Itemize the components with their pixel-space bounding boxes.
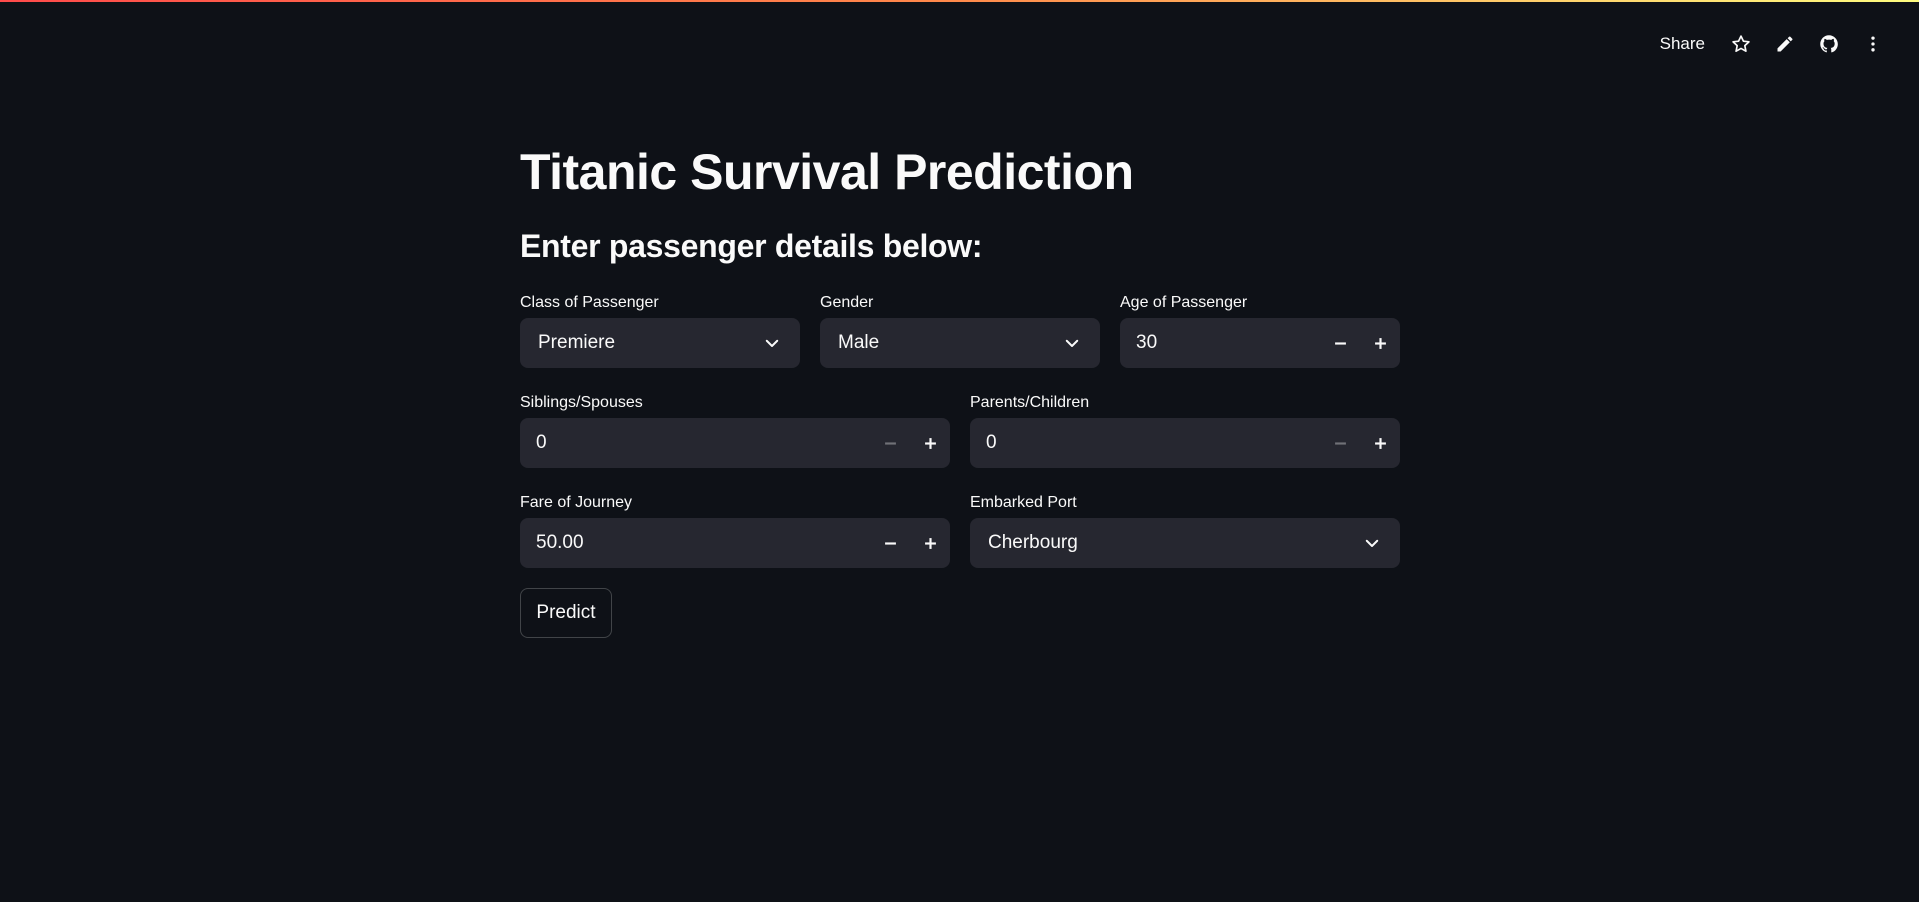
github-icon[interactable] (1809, 26, 1849, 62)
parch-increment-button[interactable] (1360, 418, 1400, 468)
form-row-3: Fare of Journey 50.00 Embarked Port Cher… (520, 492, 1400, 568)
pclass-label: Class of Passenger (520, 294, 659, 311)
sibsp-field: Siblings/Spouses 0 (520, 392, 950, 468)
sibsp-number-input[interactable]: 0 (520, 418, 950, 468)
sibsp-value[interactable]: 0 (520, 432, 870, 454)
parch-field: Parents/Children 0 (970, 392, 1400, 468)
more-vertical-icon[interactable] (1853, 26, 1893, 62)
chevron-down-icon (758, 329, 786, 357)
age-increment-button[interactable] (1360, 318, 1400, 368)
pclass-select[interactable]: Premiere (520, 318, 800, 368)
gender-select[interactable]: Male (820, 318, 1100, 368)
form-row-1: Class of Passenger Premiere Gender Male … (520, 292, 1400, 368)
fare-number-input[interactable]: 50.00 (520, 518, 950, 568)
age-number-input[interactable]: 30 (1120, 318, 1400, 368)
age-label: Age of Passenger (1120, 294, 1248, 311)
pclass-field: Class of Passenger Premiere (520, 292, 800, 368)
parch-value[interactable]: 0 (970, 432, 1320, 454)
fare-field: Fare of Journey 50.00 (520, 492, 950, 568)
embarked-label: Embarked Port (970, 494, 1077, 511)
embarked-value: Cherbourg (988, 532, 1078, 553)
age-field: Age of Passenger 30 (1120, 292, 1400, 368)
parch-number-input[interactable]: 0 (970, 418, 1400, 468)
embarked-field: Embarked Port Cherbourg (970, 492, 1400, 568)
chevron-down-icon (1358, 529, 1386, 557)
embarked-select[interactable]: Cherbourg (970, 518, 1400, 568)
parch-decrement-button[interactable] (1320, 418, 1360, 468)
predict-button[interactable]: Predict (520, 588, 612, 638)
chevron-down-icon (1058, 329, 1086, 357)
gender-value: Male (838, 332, 880, 353)
fare-decrement-button[interactable] (870, 518, 910, 568)
fare-value[interactable]: 50.00 (520, 532, 870, 554)
app-toolbar: Share (1650, 26, 1893, 62)
pencil-icon[interactable] (1765, 26, 1805, 62)
page-title: Titanic Survival Prediction (520, 144, 1134, 200)
age-value[interactable]: 30 (1120, 332, 1320, 354)
gender-field: Gender Male (820, 292, 1100, 368)
pclass-value: Premiere (538, 332, 616, 353)
fare-label: Fare of Journey (520, 494, 633, 511)
age-decrement-button[interactable] (1320, 318, 1360, 368)
gender-label: Gender (820, 294, 874, 311)
sibsp-decrement-button[interactable] (870, 418, 910, 468)
share-button[interactable]: Share (1650, 26, 1715, 62)
sibsp-label: Siblings/Spouses (520, 394, 643, 411)
form-row-2: Siblings/Spouses 0 Parents/Children 0 (520, 392, 1400, 468)
page-subheader: Enter passenger details below: (520, 228, 983, 264)
sibsp-increment-button[interactable] (910, 418, 950, 468)
star-icon[interactable] (1721, 26, 1761, 62)
main-content: Titanic Survival Prediction Enter passen… (520, 140, 1400, 638)
fare-increment-button[interactable] (910, 518, 950, 568)
parch-label: Parents/Children (970, 394, 1090, 411)
top-decoration-bar (0, 0, 1919, 2)
